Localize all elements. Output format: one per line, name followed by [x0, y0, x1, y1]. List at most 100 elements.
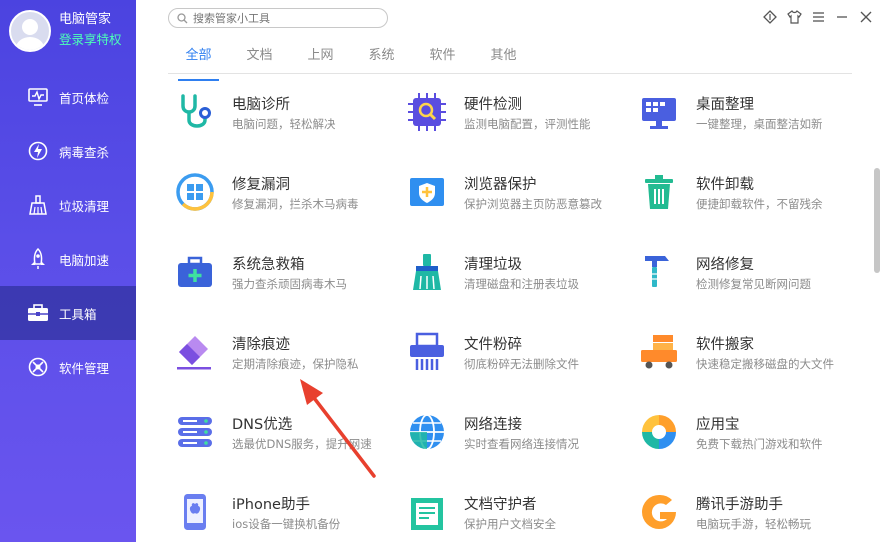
- tool-document-guardian[interactable]: 文档守护者 保护用户文档安全: [407, 480, 627, 542]
- tool-system-first-aid[interactable]: 系统急救箱 强力查杀顽固病毒木马: [175, 240, 395, 320]
- tool-desc: 一键整理，桌面整洁如新: [696, 117, 823, 131]
- tool-title: 文档守护者: [464, 497, 537, 513]
- category-tabs: 全部 文档 上网 系统 软件 其他: [168, 46, 852, 81]
- tool-title: 浏览器保护: [464, 177, 537, 193]
- scrollbar-thumb[interactable]: [874, 168, 880, 273]
- tool-desc: 保护浏览器主页防恶意篡改: [464, 197, 602, 211]
- game-assistant-icon: [642, 494, 676, 529]
- globe-icon: [410, 414, 444, 450]
- desktop-icon: [642, 98, 676, 129]
- tool-title: 软件搬家: [696, 337, 754, 353]
- tool-desc: 电脑玩手游，轻松畅玩: [696, 517, 811, 531]
- sidebar-item-junk-clean[interactable]: 垃圾清理: [0, 178, 136, 232]
- avatar[interactable]: [9, 10, 51, 52]
- tool-title: 电脑诊所: [232, 97, 290, 113]
- truck-icon: [641, 335, 677, 369]
- shirt-icon[interactable]: [786, 8, 802, 26]
- cleaning-brush-icon: [413, 254, 441, 290]
- shredder-icon: [410, 332, 444, 370]
- login-privilege-link[interactable]: 登录享特权: [59, 29, 122, 51]
- monitor-icon: [27, 86, 49, 108]
- sidebar-item-label: 首页体检: [59, 90, 110, 106]
- tool-clear-traces[interactable]: 清除痕迹 定期清除痕迹，保护隐私: [175, 320, 395, 400]
- browser-shield-icon: [410, 178, 444, 206]
- tool-hardware-check[interactable]: 硬件检测 监测电脑配置，评测性能: [407, 80, 627, 160]
- tool-title: 清理垃圾: [464, 257, 522, 273]
- sidebar-item-label: 电脑加速: [59, 252, 110, 268]
- tool-title: 腾讯手游助手: [696, 497, 783, 513]
- tool-desc: 快速稳定搬移磁盘的大文件: [696, 357, 834, 371]
- tab-all[interactable]: 全部: [168, 46, 229, 81]
- tab-internet[interactable]: 上网: [290, 46, 351, 73]
- tool-desc: 免费下载热门游戏和软件: [696, 437, 823, 451]
- tab-other[interactable]: 其他: [473, 46, 534, 73]
- sidebar-item-speedup[interactable]: 电脑加速: [0, 232, 136, 286]
- tab-documents[interactable]: 文档: [229, 46, 290, 73]
- tool-desc: ios设备一键换机备份: [232, 517, 341, 531]
- tool-browser-protect[interactable]: 浏览器保护 保护浏览器主页防恶意篡改: [407, 160, 627, 240]
- tab-software[interactable]: 软件: [412, 46, 473, 73]
- tool-title: 应用宝: [696, 417, 740, 433]
- windows-repair-icon: [176, 173, 214, 211]
- tool-title: 网络修复: [696, 257, 754, 273]
- tool-fix-vulnerability[interactable]: 修复漏洞 修复漏洞，拦杀木马病毒: [175, 160, 395, 240]
- sidebar-item-toolbox[interactable]: 工具箱: [0, 286, 136, 340]
- tool-desc: 检测修复常见断网问题: [696, 277, 811, 291]
- broom-icon: [27, 194, 49, 216]
- close-icon[interactable]: [858, 8, 874, 26]
- sidebar-item-virus-scan[interactable]: 病毒查杀: [0, 124, 136, 178]
- sidebar-nav: 首页体检 病毒查杀 垃圾清理 电脑加速 工具箱 软件管理: [0, 70, 136, 394]
- chip-magnifier-icon: [408, 93, 446, 131]
- tool-pc-clinic[interactable]: 电脑诊所 电脑问题，轻松解决: [175, 80, 395, 160]
- scrollbar-track[interactable]: [874, 38, 882, 542]
- rocket-icon: [27, 248, 49, 270]
- tool-dns-optimize[interactable]: DNS优选 选最优DNS服务，提升网速: [175, 400, 395, 480]
- sidebar-item-label: 软件管理: [59, 360, 110, 376]
- tab-system[interactable]: 系统: [351, 46, 412, 73]
- tool-desc: 修复漏洞，拦杀木马病毒: [232, 197, 359, 211]
- sidebar-item-home-checkup[interactable]: 首页体检: [0, 70, 136, 124]
- tool-title: 清除痕迹: [232, 337, 290, 353]
- eraser-icon: [177, 336, 211, 370]
- skin-diamond-icon[interactable]: [762, 8, 778, 26]
- search-input[interactable]: [193, 11, 373, 25]
- tool-software-uninstall[interactable]: 软件卸载 便捷卸载软件，不留残余: [639, 160, 859, 240]
- tool-software-move[interactable]: 软件搬家 快速稳定搬移磁盘的大文件: [639, 320, 859, 400]
- user-silhouette-icon: [16, 19, 44, 50]
- sidebar-item-label: 工具箱: [59, 306, 97, 322]
- trash-icon: [645, 175, 673, 209]
- tool-network-connection[interactable]: 网络连接 实时查看网络连接情况: [407, 400, 627, 480]
- tool-file-shredder[interactable]: 文件粉碎 彻底粉碎无法删除文件: [407, 320, 627, 400]
- tool-app-store[interactable]: 应用宝 免费下载热门游戏和软件: [639, 400, 859, 480]
- search-box[interactable]: [168, 8, 388, 28]
- minimize-icon[interactable]: [834, 8, 850, 26]
- tool-desc: 强力查杀顽固病毒木马: [232, 277, 347, 291]
- tool-iphone-assistant[interactable]: iPhone助手 ios设备一键换机备份: [175, 480, 395, 542]
- tool-title: iPhone助手: [232, 497, 310, 513]
- apps-icon: [27, 356, 49, 378]
- tool-game-assistant[interactable]: 腾讯手游助手 电脑玩手游，轻松畅玩: [639, 480, 859, 542]
- tool-desc: 彻底粉碎无法删除文件: [464, 357, 579, 371]
- tool-clean-junk[interactable]: 清理垃圾 清理磁盘和注册表垃圾: [407, 240, 627, 320]
- hammer-icon: [645, 256, 669, 287]
- lightning-shield-icon: [27, 140, 49, 162]
- tool-title: 硬件检测: [464, 97, 522, 113]
- server-icon: [178, 417, 212, 447]
- tool-desc: 保护用户文档安全: [464, 517, 556, 531]
- tool-network-repair[interactable]: 网络修复 检测修复常见断网问题: [639, 240, 859, 320]
- tool-title: 文件粉碎: [464, 337, 522, 353]
- tool-desktop-organize[interactable]: 桌面整理 一键整理，桌面整洁如新: [639, 80, 859, 160]
- tool-desc: 便捷卸载软件，不留残余: [696, 197, 823, 211]
- sidebar-item-label: 病毒查杀: [59, 144, 110, 160]
- search-icon: [177, 9, 188, 28]
- tool-title: 桌面整理: [696, 97, 754, 113]
- tool-desc: 清理磁盘和注册表垃圾: [464, 277, 579, 291]
- user-name: 电脑管家: [59, 12, 112, 27]
- sidebar-item-software-manager[interactable]: 软件管理: [0, 340, 136, 394]
- menu-icon[interactable]: [810, 8, 826, 26]
- window-controls: [762, 8, 874, 26]
- tool-desc: 实时查看网络连接情况: [464, 437, 579, 451]
- user-profile[interactable]: 电脑管家 登录享特权: [9, 9, 122, 53]
- app-store-icon: [642, 415, 676, 449]
- first-aid-icon: [178, 256, 212, 287]
